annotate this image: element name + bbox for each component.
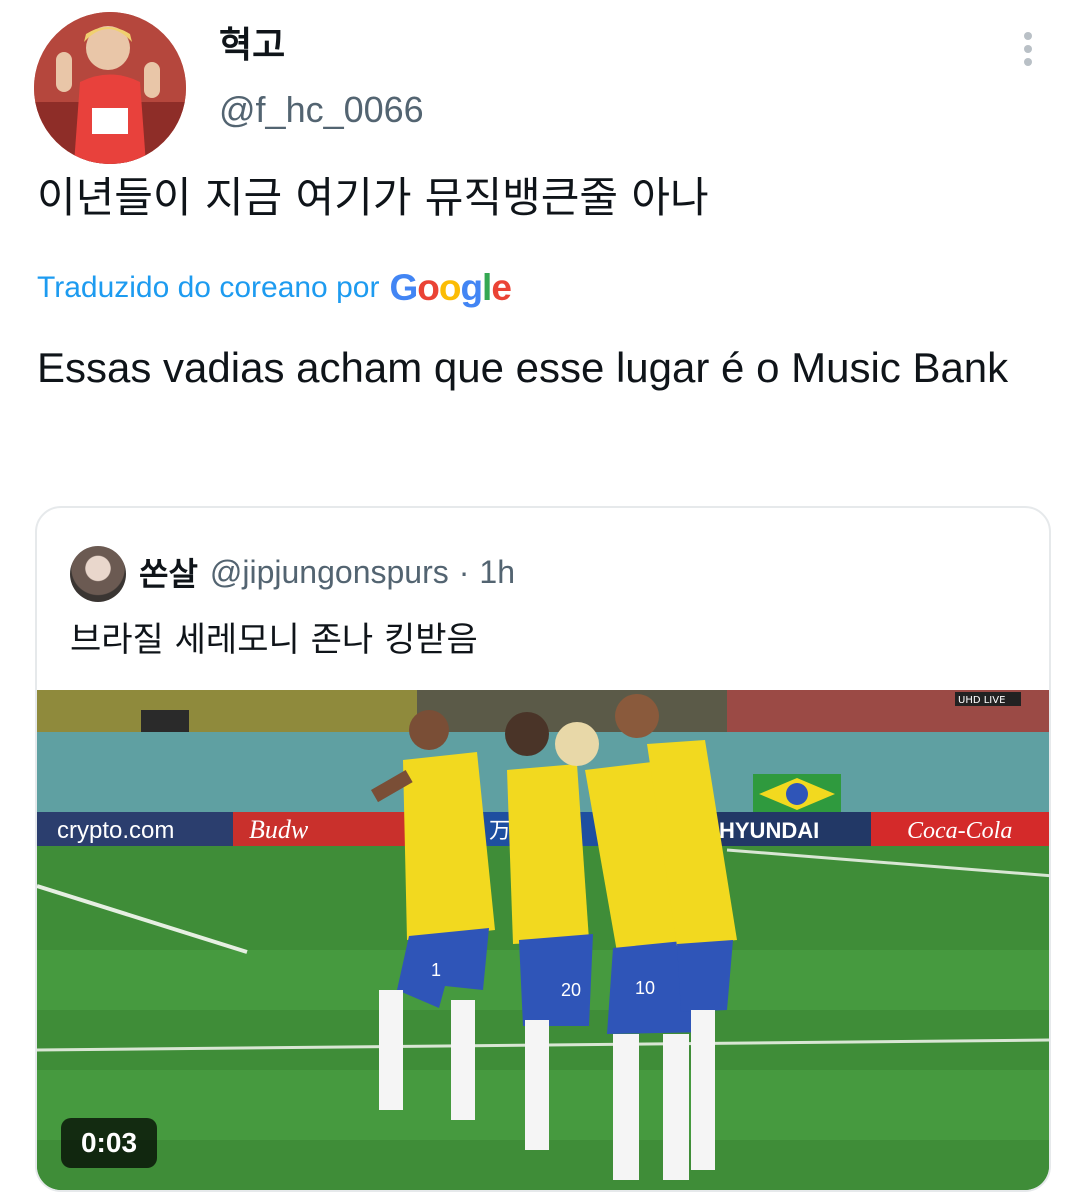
google-logo: Google: [389, 267, 511, 308]
quoted-timestamp: 1h: [479, 553, 515, 590]
author-avatar[interactable]: [34, 12, 186, 164]
quoted-tweet-header: 쏜살 @jipjungonspurs · 1h: [139, 546, 515, 598]
quoted-author-avatar[interactable]: [70, 546, 126, 602]
translation-attribution: Traduzido do coreano por Google: [37, 266, 512, 310]
video-duration-badge: 0:03: [61, 1118, 157, 1168]
translated-text: Essas vadias acham que esse lugar é o Mu…: [37, 344, 1009, 391]
svg-text:1: 1: [431, 960, 441, 980]
author-name[interactable]: 혁고: [219, 22, 285, 70]
quoted-author-handle: @jipjungonspurs: [209, 553, 449, 590]
svg-text:10: 10: [635, 978, 655, 998]
ad-cocacola: Coca-Cola: [907, 818, 1012, 844]
translation-label[interactable]: Traduzido do coreano por: [37, 271, 379, 305]
quoted-tweet-card[interactable]: 쏜살 @jipjungonspurs · 1h 브라질 세레모니 존나 킹받음 …: [35, 506, 1051, 1192]
author-handle[interactable]: @f_hc_0066: [219, 86, 424, 134]
ad-hyundai: HYUNDAI: [719, 818, 819, 843]
video-frame: crypto.com Budw 万达 HYUNDAI Coca-Cola UHD…: [37, 690, 1049, 1190]
live-tag: UHD LIVE: [958, 695, 1005, 706]
ad-crypto: crypto.com: [57, 817, 174, 844]
author-avatar-image: [34, 12, 186, 164]
ad-budweiser: Budw: [249, 815, 309, 844]
quoted-tweet-text: 브라질 세레모니 존나 킹받음: [70, 620, 478, 660]
svg-text:20: 20: [561, 980, 581, 1000]
tweet-text: 이년들이 지금 여기가 뮤직뱅큰줄 아나: [37, 173, 709, 222]
quoted-author-name: 쏜살: [139, 555, 198, 593]
video-player[interactable]: crypto.com Budw 万达 HYUNDAI Coca-Cola UHD…: [37, 690, 1049, 1190]
separator-dot: ·: [458, 553, 470, 590]
more-vertical-icon[interactable]: [1010, 26, 1046, 70]
